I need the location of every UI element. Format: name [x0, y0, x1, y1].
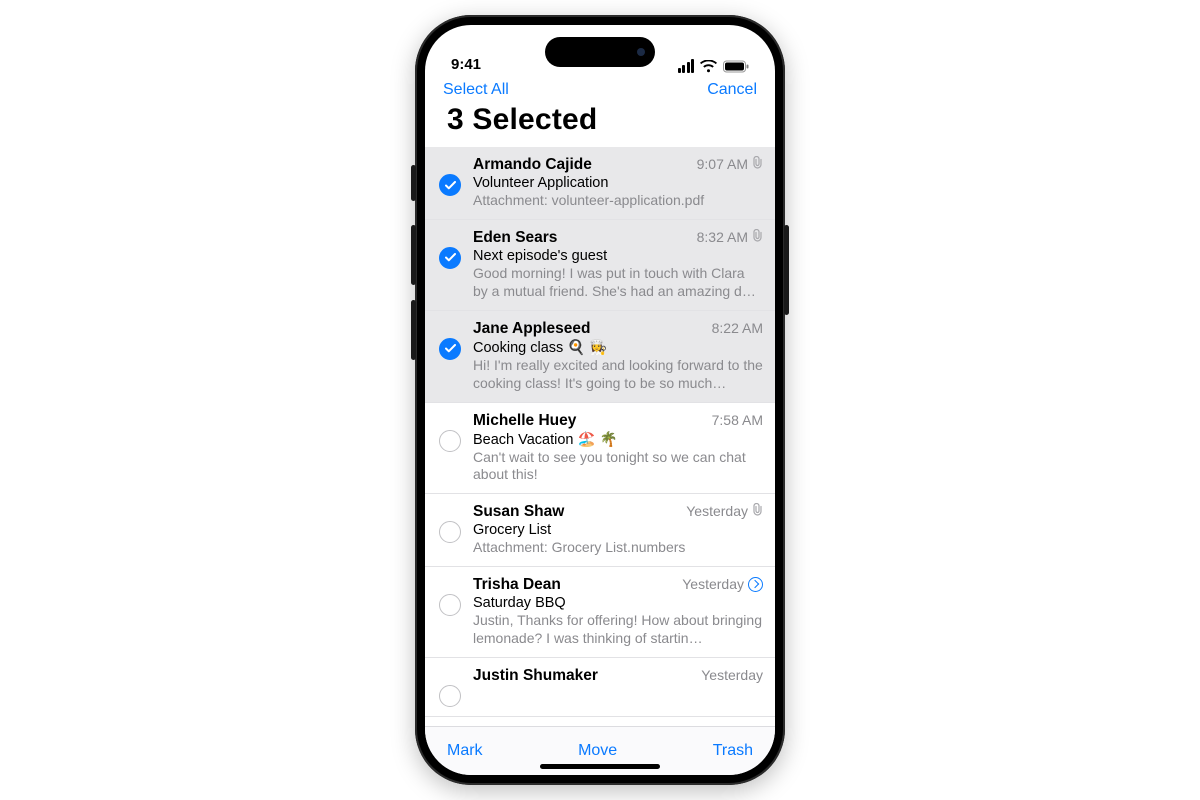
message-row[interactable]: Susan Shaw Yesterday Grocery ListAttachmen…: [425, 494, 775, 567]
cancel-button[interactable]: Cancel: [707, 81, 757, 99]
message-subject: Saturday BBQ: [473, 595, 763, 611]
volume-down: [411, 300, 416, 360]
trash-button[interactable]: Trash: [713, 742, 753, 760]
attachment-icon: [752, 503, 763, 519]
message-preview: Good morning! I was put in touch with Cl…: [473, 265, 763, 301]
dynamic-island: [545, 37, 655, 67]
select-checkbox[interactable]: [439, 174, 461, 196]
move-button[interactable]: Move: [578, 742, 617, 760]
status-time: 9:41: [451, 56, 481, 73]
cellular-icon: [678, 59, 695, 73]
message-subject: Volunteer Application: [473, 175, 763, 191]
message-row[interactable]: Justin Shumaker Yesterday: [425, 658, 775, 717]
select-all-button[interactable]: Select All: [443, 81, 509, 99]
mark-button[interactable]: Mark: [447, 742, 483, 760]
wifi-icon: [700, 60, 717, 73]
power-button: [784, 225, 789, 315]
phone-frame: 9:41 Select All Cancel 3 Selected Armand…: [415, 15, 785, 785]
select-checkbox[interactable]: [439, 430, 461, 452]
sender-name: Armando Cajide: [473, 156, 592, 174]
sender-name: Justin Shumaker: [473, 667, 598, 685]
select-checkbox[interactable]: [439, 247, 461, 269]
message-row[interactable]: Armando Cajide 9:07 AM Volunteer Applicati…: [425, 147, 775, 220]
sender-name: Trisha Dean: [473, 576, 561, 594]
nav-bar: Select All Cancel: [425, 75, 775, 101]
message-time: 7:58 AM: [712, 412, 763, 428]
message-subject: Grocery List: [473, 522, 763, 538]
sender-name: Michelle Huey: [473, 412, 576, 430]
message-row[interactable]: Michelle Huey 7:58 AM Beach Vacation 🏖️ 🌴C…: [425, 403, 775, 495]
page-title: 3 Selected: [425, 101, 775, 147]
sender-name: Eden Sears: [473, 229, 557, 247]
message-preview: Hi! I'm really excited and looking forwa…: [473, 357, 763, 393]
message-preview: Justin, Thanks for offering! How about b…: [473, 612, 763, 648]
attachment-icon: [752, 156, 763, 172]
message-row[interactable]: Eden Sears 8:32 AM Next episode's guestGoo…: [425, 220, 775, 311]
message-time: Yesterday: [682, 576, 763, 592]
select-checkbox[interactable]: [439, 685, 461, 707]
message-preview: Can't wait to see you tonight so we can …: [473, 449, 763, 485]
select-checkbox[interactable]: [439, 338, 461, 360]
attachment-icon: [752, 229, 763, 245]
mute-switch: [411, 165, 416, 201]
message-preview: Attachment: volunteer-application.pdf: [473, 192, 763, 210]
reply-indicator-icon: [748, 577, 763, 592]
message-subject: Beach Vacation 🏖️ 🌴: [473, 431, 763, 448]
sender-name: Susan Shaw: [473, 503, 564, 521]
volume-up: [411, 225, 416, 285]
message-time: Yesterday: [686, 503, 763, 519]
message-subject: Cooking class 🍳 👩‍🍳: [473, 339, 763, 356]
select-checkbox[interactable]: [439, 594, 461, 616]
message-row[interactable]: Trisha Dean Yesterday Saturday BBQJustin, …: [425, 567, 775, 658]
sender-name: Jane Appleseed: [473, 320, 590, 338]
message-row[interactable]: Jane Appleseed 8:22 AM Cooking class 🍳 👩‍🍳…: [425, 311, 775, 403]
select-checkbox[interactable]: [439, 521, 461, 543]
home-indicator: [540, 764, 660, 769]
battery-icon: [723, 60, 749, 73]
message-time: 8:32 AM: [697, 229, 763, 245]
message-subject: Next episode's guest: [473, 248, 763, 264]
message-list[interactable]: Armando Cajide 9:07 AM Volunteer Applicati…: [425, 147, 775, 726]
message-time: Yesterday: [701, 667, 763, 683]
message-preview: Attachment: Grocery List.numbers: [473, 539, 763, 557]
message-time: 8:22 AM: [712, 320, 763, 336]
message-time: 9:07 AM: [697, 156, 763, 172]
